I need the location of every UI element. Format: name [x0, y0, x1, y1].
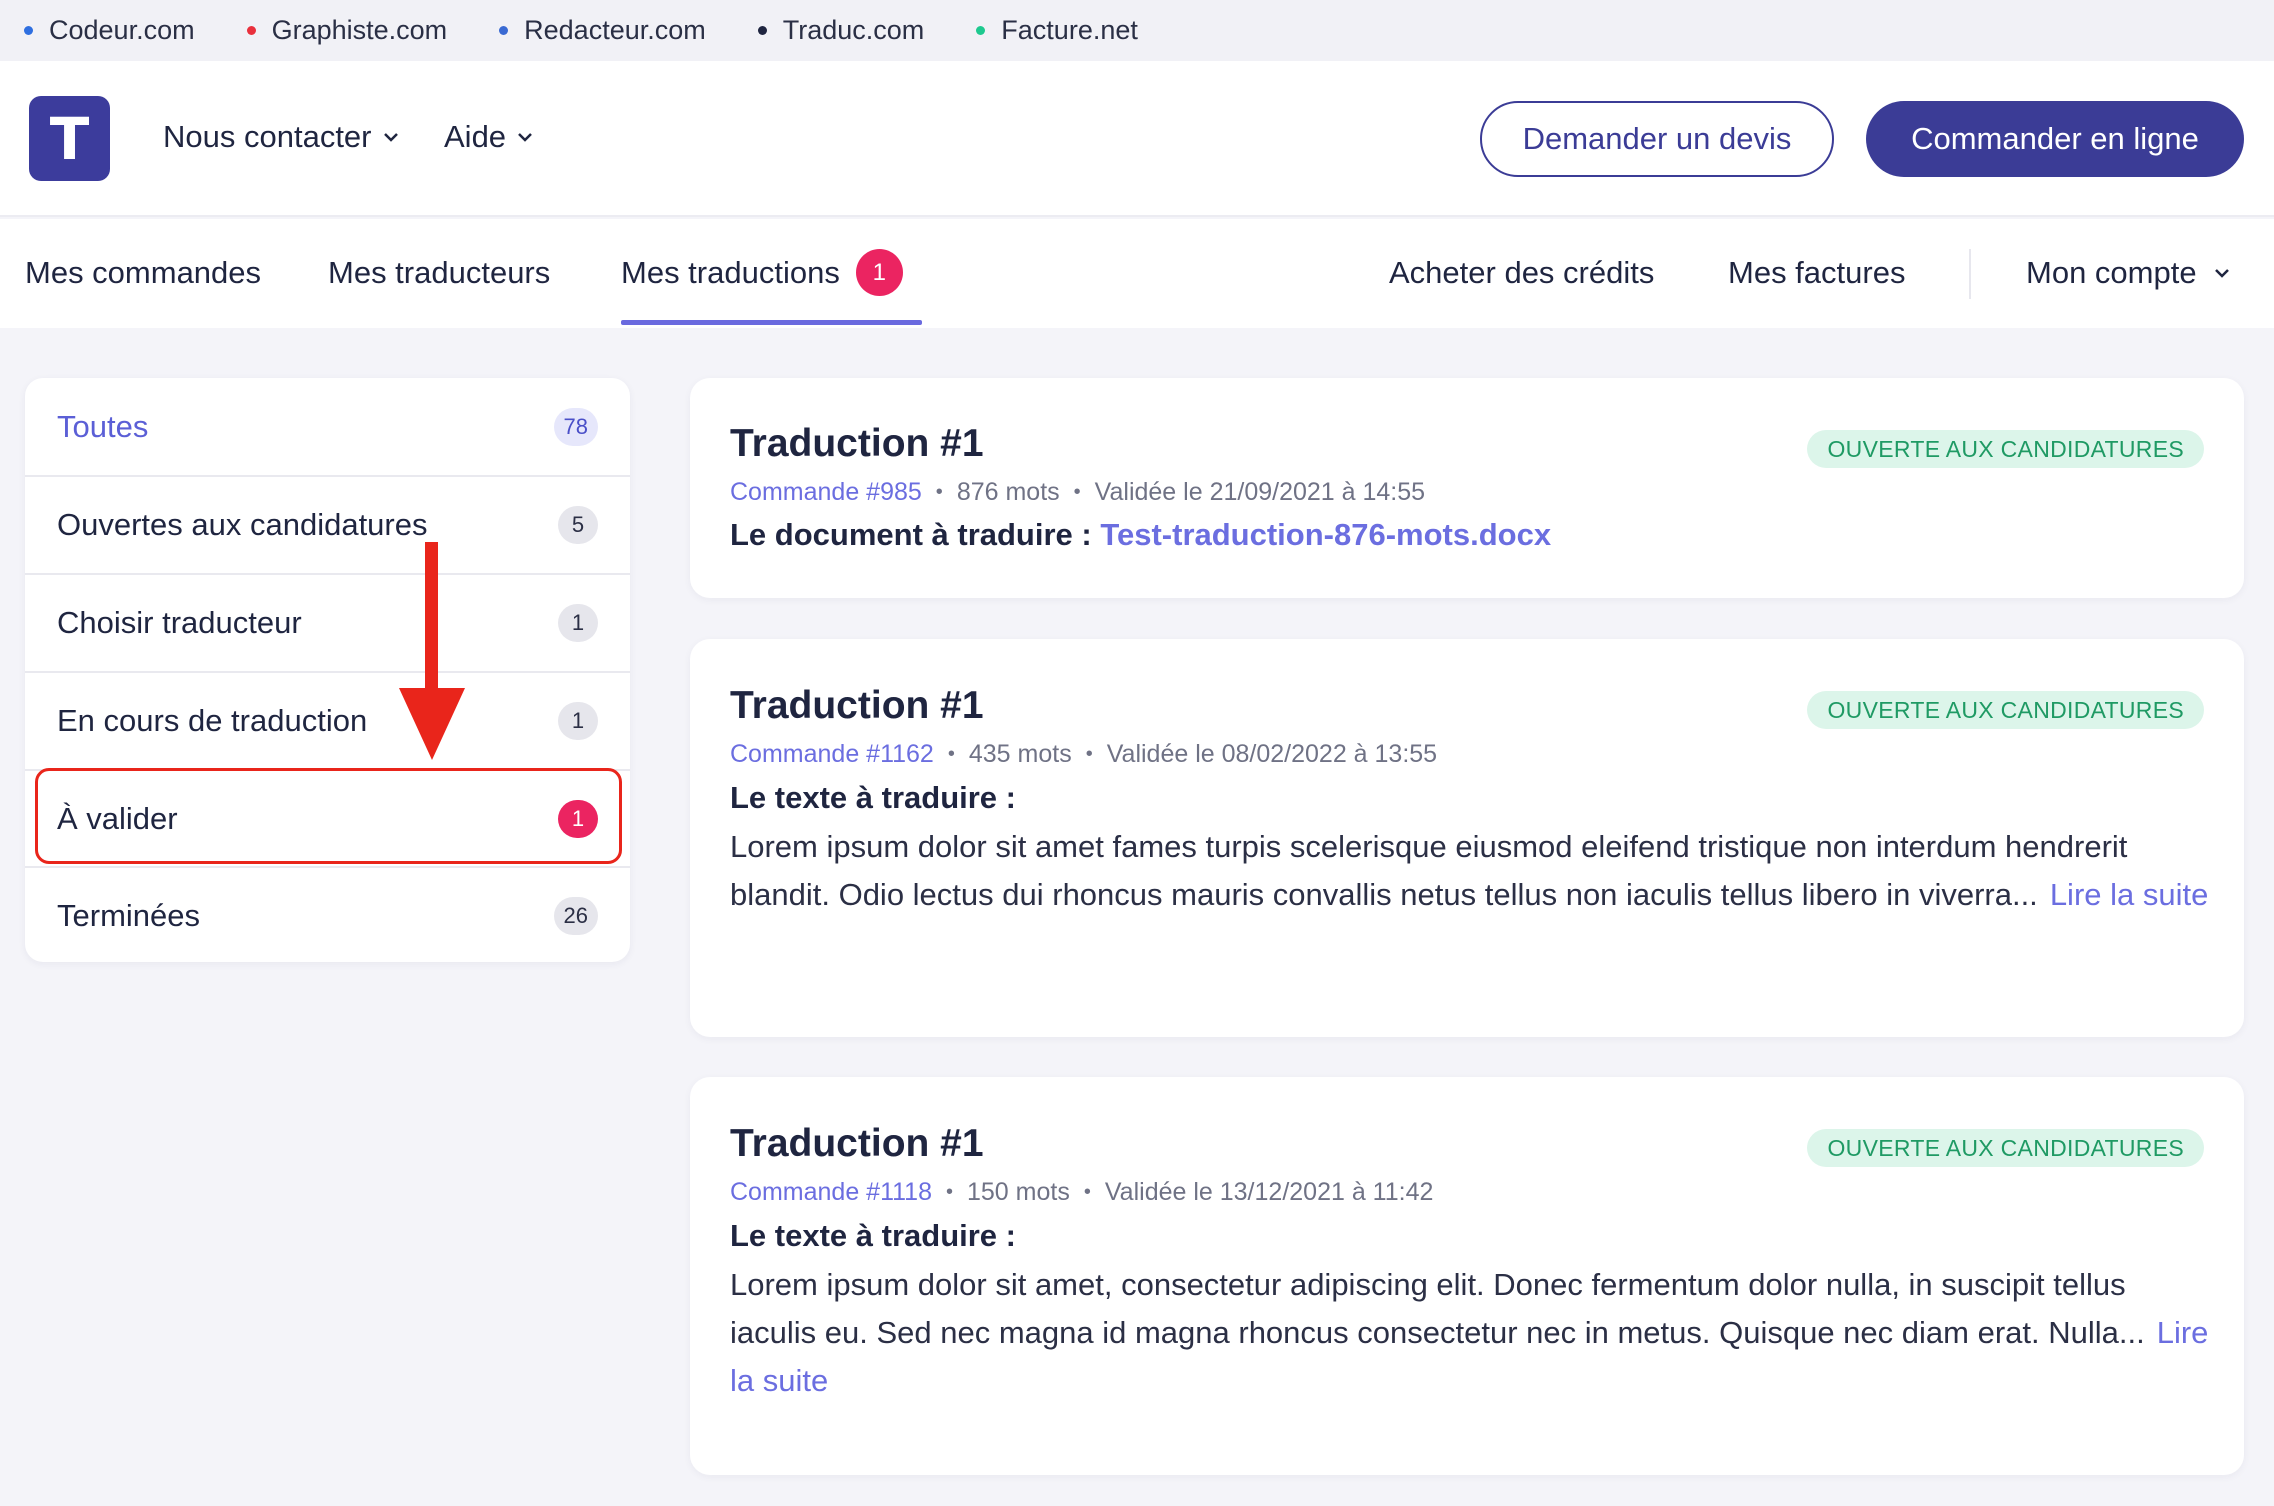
- validated-date: Validée le 13/12/2021 à 11:42: [1104, 1178, 1434, 1206]
- network-link-label: Redacteur.com: [524, 15, 706, 45]
- annotation-arrow-head: [399, 688, 465, 760]
- filter-completed[interactable]: Terminées 26: [25, 866, 630, 964]
- count-badge: 78: [553, 408, 598, 446]
- card-title: Traduction #1: [730, 422, 984, 465]
- filter-choose-translator[interactable]: Choisir traducteur 1: [25, 573, 630, 671]
- tab-translations[interactable]: Mes traductions 1: [621, 249, 903, 296]
- chevron-down-icon: [518, 133, 532, 142]
- excerpt-text: Lorem ipsum dolor sit amet, consectetur …: [730, 1267, 2145, 1350]
- text-label: Le texte à traduire :: [730, 780, 1016, 815]
- logo-letter: T: [49, 104, 90, 173]
- filter-label: À valider: [57, 801, 178, 836]
- separator-dot: •: [945, 1181, 953, 1203]
- filter-all[interactable]: Toutes 78: [25, 378, 630, 476]
- card-meta: Commande #1118 • 150 mots • Validée le 1…: [730, 1178, 1433, 1207]
- network-link-label: Traduc.com: [782, 15, 925, 45]
- status-badge: OUVERTE AUX CANDIDATURES: [1807, 1129, 2204, 1167]
- site-header: T Nous contacter Aide Demander un devis …: [0, 61, 2274, 217]
- filter-label: En cours de traduction: [57, 703, 368, 738]
- text-label: Le texte à traduire :: [730, 1218, 1016, 1253]
- word-count: 435 mots: [968, 740, 1072, 768]
- status-badge: OUVERTE AUX CANDIDATURES: [1807, 430, 2204, 468]
- filter-label: Ouvertes aux candidatures: [57, 507, 428, 542]
- filter-in-translation[interactable]: En cours de traduction 1: [25, 671, 630, 769]
- network-link-label: Facture.net: [1001, 15, 1138, 45]
- status-filter-sidebar: Toutes 78 Ouvertes aux candidatures 5 Ch…: [25, 378, 630, 962]
- tab-my-account-label: Mon compte: [2026, 255, 2197, 290]
- network-link-codeur[interactable]: Codeur.com: [24, 15, 195, 46]
- dot-icon: [757, 26, 767, 35]
- count-badge: 1: [558, 800, 598, 838]
- order-online-button[interactable]: Commander en ligne: [1866, 101, 2244, 177]
- notification-badge: 1: [855, 249, 903, 296]
- annotation-arrow-shaft: [425, 542, 438, 692]
- order-link[interactable]: Commande #1162: [730, 740, 934, 769]
- filter-label: Toutes: [57, 409, 149, 444]
- card-title: Traduction #1: [730, 684, 984, 727]
- card-meta: Commande #985 • 876 mots • Validée le 21…: [730, 478, 1425, 507]
- tab-translations-label: Mes traductions: [621, 254, 840, 290]
- dot-icon: [246, 26, 256, 35]
- separator-dot: •: [1083, 1181, 1091, 1203]
- separator-dot: •: [947, 743, 955, 765]
- word-count: 150 mots: [967, 1178, 1070, 1206]
- document-link[interactable]: Test-traduction-876-mots.docx: [1100, 517, 1551, 552]
- network-link-label: Codeur.com: [49, 15, 195, 45]
- text-excerpt: Lorem ipsum dolor sit amet, consectetur …: [730, 1261, 2210, 1405]
- help-menu[interactable]: Aide: [444, 119, 534, 155]
- document-label: Le document à traduire :: [730, 517, 1092, 552]
- validated-date: Validée le 21/09/2021 à 14:55: [1094, 478, 1426, 506]
- count-badge: 1: [558, 604, 598, 642]
- help-menu-label: Aide: [444, 119, 507, 154]
- contact-menu-label: Nous contacter: [163, 119, 372, 154]
- filter-label: Terminées: [57, 898, 200, 933]
- order-link[interactable]: Commande #985: [730, 478, 922, 507]
- order-link[interactable]: Commande #1118: [730, 1178, 932, 1207]
- account-tabs: Mes commandes Mes traducteurs Mes traduc…: [0, 219, 2274, 328]
- status-badge: OUVERTE AUX CANDIDATURES: [1807, 691, 2204, 729]
- chevron-down-icon: [2214, 269, 2229, 278]
- network-link-label: Graphiste.com: [271, 15, 448, 45]
- separator-dot: •: [935, 481, 943, 503]
- network-link-facture[interactable]: Facture.net: [976, 15, 1138, 46]
- translation-card[interactable]: Traduction #1 OUVERTE AUX CANDIDATURES C…: [690, 378, 2244, 598]
- filter-to-validate[interactable]: À valider 1: [25, 769, 630, 867]
- tab-translators[interactable]: Mes traducteurs: [328, 255, 550, 291]
- network-link-graphiste[interactable]: Graphiste.com: [246, 15, 448, 46]
- filter-open-to-applications[interactable]: Ouvertes aux candidatures 5: [25, 475, 630, 573]
- dot-icon: [976, 26, 986, 35]
- read-more-link[interactable]: Lire la suite: [2050, 877, 2209, 912]
- contact-menu[interactable]: Nous contacter: [163, 119, 400, 155]
- request-quote-button[interactable]: Demander un devis: [1480, 101, 1834, 177]
- network-bar: Codeur.com Graphiste.com Redacteur.com T…: [0, 0, 2274, 61]
- logo[interactable]: T: [29, 96, 110, 181]
- card-meta: Commande #1162 • 435 mots • Validée le 0…: [730, 740, 1437, 769]
- dot-icon: [24, 26, 33, 35]
- chevron-down-icon: [383, 133, 398, 142]
- count-badge: 5: [558, 506, 598, 544]
- tab-invoices[interactable]: Mes factures: [1728, 255, 1905, 291]
- document-line: Le document à traduire : Test-traduction…: [730, 517, 1551, 553]
- active-tab-indicator: [621, 320, 922, 325]
- translation-card[interactable]: Traduction #1 OUVERTE AUX CANDIDATURES C…: [690, 1077, 2244, 1475]
- dot-icon: [499, 26, 509, 35]
- excerpt-text: Lorem ipsum dolor sit amet fames turpis …: [730, 829, 2128, 912]
- tab-my-account[interactable]: Mon compte: [2026, 255, 2231, 291]
- separator-dot: •: [1085, 743, 1093, 765]
- tab-orders[interactable]: Mes commandes: [25, 255, 261, 291]
- tab-divider: [1969, 249, 1971, 299]
- card-title: Traduction #1: [730, 1122, 984, 1165]
- filter-label: Choisir traducteur: [57, 605, 302, 640]
- translation-card[interactable]: Traduction #1 OUVERTE AUX CANDIDATURES C…: [690, 639, 2244, 1037]
- word-count: 876 mots: [956, 478, 1060, 506]
- count-badge: 26: [553, 897, 598, 935]
- count-badge: 1: [558, 702, 598, 740]
- separator-dot: •: [1073, 481, 1081, 503]
- network-link-traduc[interactable]: Traduc.com: [757, 15, 925, 46]
- validated-date: Validée le 08/02/2022 à 13:55: [1106, 740, 1438, 768]
- text-excerpt: Lorem ipsum dolor sit amet fames turpis …: [730, 823, 2210, 919]
- tab-buy-credits[interactable]: Acheter des crédits: [1389, 255, 1654, 291]
- network-link-redacteur[interactable]: Redacteur.com: [499, 15, 706, 46]
